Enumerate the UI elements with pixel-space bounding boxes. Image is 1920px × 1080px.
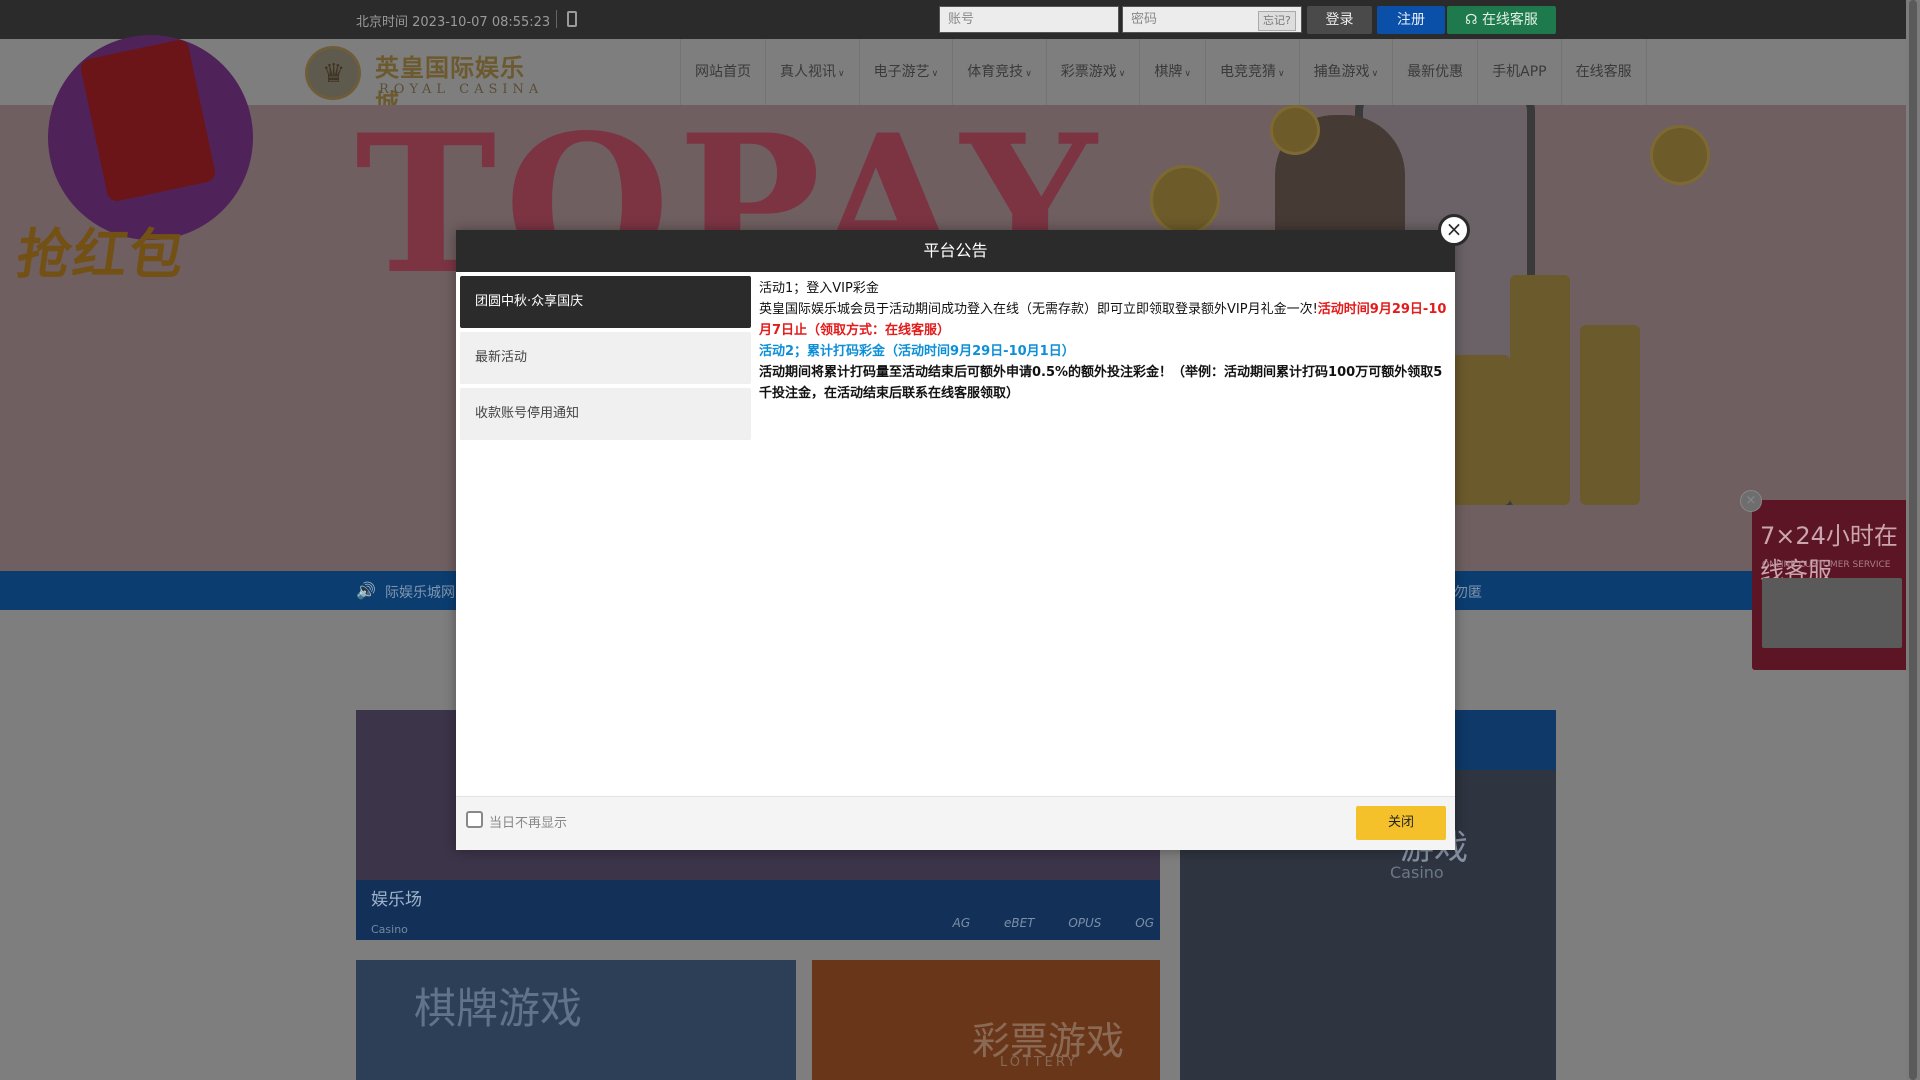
activity-1-title: 活动1；登入VIP彩金 — [759, 281, 879, 296]
nav-item-label: 在线客服 — [1575, 64, 1632, 80]
provider-ebet[interactable]: eBET — [1004, 916, 1035, 930]
nav-item-2[interactable]: 电子游艺 ∨ — [858, 39, 953, 105]
activity-2-title: 活动2；累计打码彩金（活动时间9月29日-10月1日） — [759, 344, 1075, 359]
logo-text-en: ROYAL CASINA — [379, 82, 544, 97]
announcement-content: 活动1；登入VIP彩金 英皇国际娱乐城会员于活动期间成功登入在线（无需存款）即可… — [759, 278, 1449, 404]
chevron-down-icon: ∨ — [838, 69, 845, 79]
login-button[interactable]: 登录 — [1307, 6, 1372, 34]
dont-show-today-label[interactable]: 当日不再显示 — [489, 812, 567, 831]
service-widget-title: 7×24小时在线客服 — [1760, 522, 1898, 585]
chevron-down-icon: ∨ — [1184, 69, 1191, 79]
account-input[interactable]: 账号 — [939, 6, 1119, 33]
chess-card-title: 棋牌游戏 — [414, 984, 583, 1033]
nav-item-9[interactable]: 手机APP — [1477, 39, 1560, 105]
announcement-modal: 平台公告 团圆中秋·众享国庆 最新活动 收款账号停用通知 活动1；登入VIP彩金… — [456, 230, 1455, 850]
nav-item-10[interactable]: 在线客服 — [1560, 39, 1647, 105]
chevron-down-icon: ∨ — [1371, 69, 1379, 79]
nav-item-label: 棋牌 — [1154, 64, 1183, 80]
nav-item-label: 真人视讯 — [780, 64, 836, 80]
provider-ag[interactable]: AG — [953, 916, 971, 930]
nav-item-7[interactable]: 捕鱼游戏 ∨ — [1298, 39, 1393, 105]
divider — [556, 10, 557, 28]
forgot-password-link[interactable]: 忘记? — [1258, 11, 1296, 31]
service-agents-photo — [1762, 578, 1902, 648]
chess-card-game-card[interactable]: 棋牌游戏 — [356, 960, 796, 1080]
casino-card-subtitle: Casino — [371, 923, 408, 936]
site-logo[interactable]: ♛ 英皇国际娱乐城 ROYAL CASINA — [305, 44, 545, 117]
headset-icon: ☊ — [1465, 12, 1482, 28]
casino-card-strip — [356, 880, 1160, 940]
nav-item-label: 捕鱼游戏 — [1313, 64, 1370, 80]
float-close-icon[interactable]: × — [1740, 490, 1762, 512]
nav-item-4[interactable]: 彩票游戏 ∨ — [1045, 39, 1140, 105]
crown-icon: ♛ — [305, 46, 361, 100]
online-service-label: 在线客服 — [1481, 12, 1538, 28]
coin-graphic — [1270, 105, 1320, 155]
main-nav: 网站首页 真人视讯 ∨ 电子游艺 ∨ 体育竞技 ∨ 彩票游戏 ∨ 棋牌 ∨ 电竞竞猜 ∨ 捕鱼游戏 ∨ 最新优… — [680, 39, 1647, 105]
nav-item-label: 电子游艺 — [873, 64, 930, 80]
nav-item-label: 彩票游戏 — [1060, 64, 1117, 80]
coin-stack-graphic — [1510, 275, 1570, 505]
game-card-subtitle: Casino — [1390, 863, 1444, 882]
modal-title: 平台公告 — [456, 230, 1455, 272]
nav-item-1[interactable]: 真人视讯 ∨ — [765, 39, 859, 105]
provider-og[interactable]: OG — [1135, 916, 1154, 930]
mobile-icon[interactable] — [567, 11, 577, 27]
chevron-down-icon: ∨ — [931, 69, 939, 79]
chevron-down-icon: ∨ — [1025, 69, 1032, 79]
nav-item-8[interactable]: 最新优惠 — [1392, 39, 1477, 105]
beijing-clock: 北京时间 2023-10-07 08:55:23 — [356, 15, 551, 30]
service-widget-subtitle: ONLINE CUSTOMER SERVICE — [1762, 560, 1891, 570]
modal-close-button[interactable]: 关闭 — [1356, 806, 1446, 840]
nav-item-label: 体育竞技 — [967, 64, 1024, 80]
coin-stack-graphic — [1450, 355, 1510, 505]
nav-item-label: 电竞竞猜 — [1219, 64, 1276, 80]
online-service-button[interactable]: ☊ 在线客服 — [1447, 6, 1556, 34]
tab-account-notice[interactable]: 收款账号停用通知 — [460, 388, 751, 440]
floating-service-widget[interactable]: 7×24小时在线客服 ONLINE CUSTOMER SERVICE — [1752, 500, 1912, 670]
lottery-card-subtitle: LOTTERY — [1000, 1055, 1079, 1070]
modal-footer: 当日不再显示 关闭 — [456, 796, 1455, 850]
nav-item-label: 最新优惠 — [1407, 64, 1464, 80]
provider-list: AG eBET OPUS OG — [923, 916, 1154, 930]
nav-item-5[interactable]: 棋牌 ∨ — [1139, 39, 1205, 105]
chevron-down-icon: ∨ — [1277, 69, 1285, 79]
casino-card-title: 娱乐场 — [371, 890, 422, 910]
activity-1-body: 英皇国际娱乐城会员于活动期间成功登入在线（无需存款）即可立即领取登录额外VIP月… — [759, 299, 1449, 341]
coin-graphic — [1150, 165, 1220, 235]
nav-item-0[interactable]: 网站首页 — [680, 39, 765, 105]
coin-graphic — [1650, 125, 1710, 185]
dont-show-today-checkbox[interactable] — [466, 811, 483, 828]
tab-mid-autumn[interactable]: 团圆中秋·众享国庆 — [460, 276, 751, 328]
nav-item-6[interactable]: 电竞竞猜 ∨ — [1204, 39, 1299, 105]
tab-latest-activity[interactable]: 最新活动 — [460, 332, 751, 384]
speaker-icon: 🔊 — [356, 581, 376, 600]
nav-item-3[interactable]: 体育竞技 ∨ — [952, 39, 1046, 105]
coin-stack-graphic — [1580, 325, 1640, 505]
nav-item-label: 网站首页 — [695, 64, 751, 80]
notice-marquee-left: 际娱乐城网 — [385, 585, 455, 601]
red-envelope-label: 抢红包 — [12, 223, 190, 286]
register-button[interactable]: 注册 — [1377, 6, 1445, 34]
nav-item-label: 手机APP — [1492, 64, 1547, 80]
scrollbar-thumb[interactable] — [1909, 0, 1917, 1080]
close-icon[interactable]: × — [1438, 214, 1470, 246]
lottery-card[interactable]: 彩票游戏 LOTTERY — [812, 960, 1160, 1080]
chevron-down-icon: ∨ — [1118, 69, 1126, 79]
top-bar: 北京时间 2023-10-07 08:55:23 账号 密码 忘记? 登录 注册… — [0, 0, 1920, 39]
provider-opus[interactable]: OPUS — [1068, 916, 1101, 930]
activity-2-body: 活动期间将累计打码量至活动结束后可额外申请0.5%的额外投注彩金！（举例：活动期… — [759, 365, 1443, 401]
activity-1-description: 英皇国际娱乐城会员于活动期间成功登入在线（无需存款）即可立即领取登录额外VIP月… — [759, 302, 1318, 317]
red-envelope-promo[interactable]: 抢红包 — [8, 20, 253, 292]
